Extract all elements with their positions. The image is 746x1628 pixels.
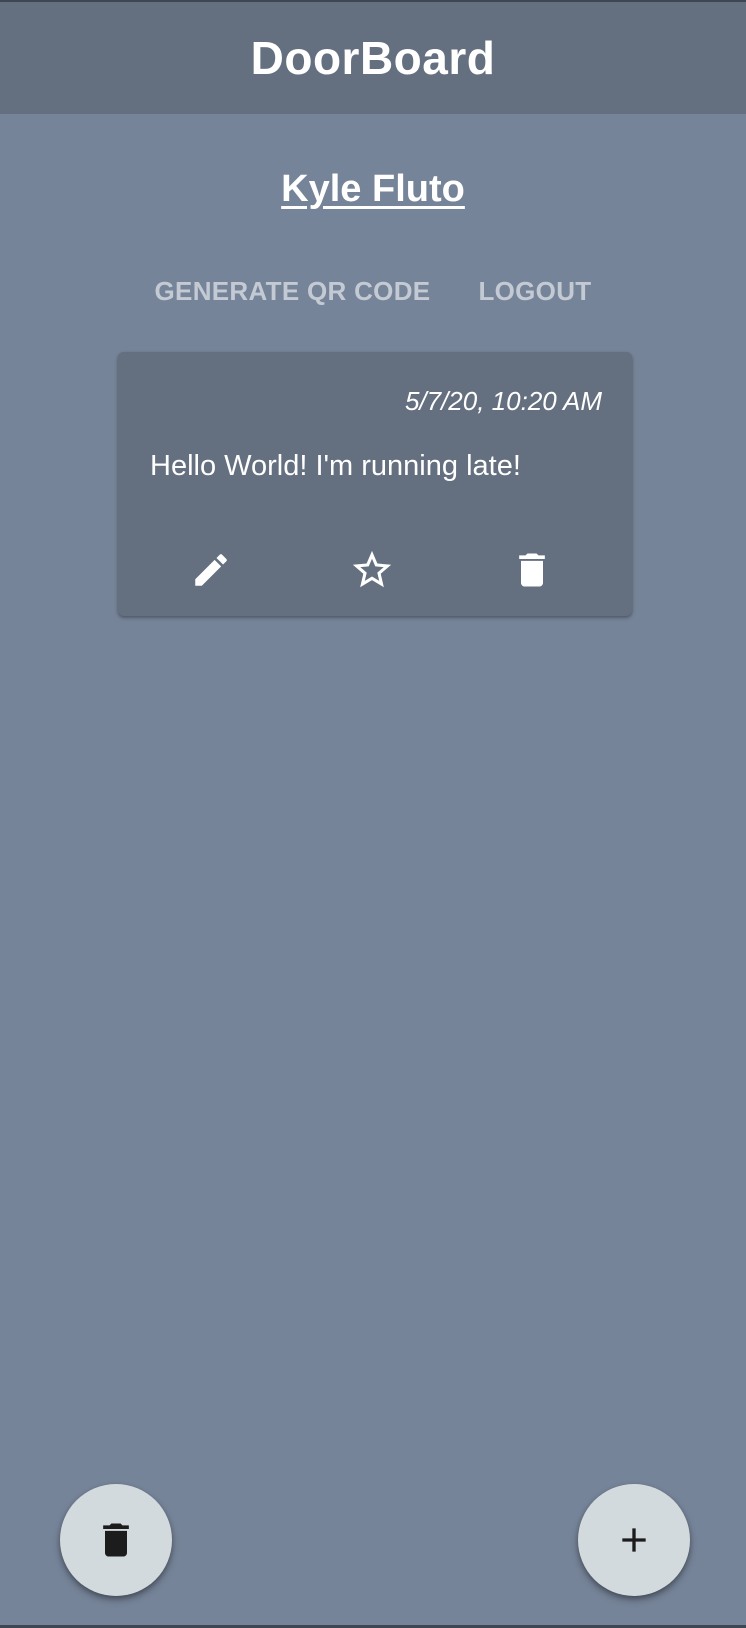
trash-icon — [103, 1523, 129, 1557]
delete-note-button[interactable] — [504, 542, 560, 598]
generate-qr-code-button[interactable]: GENERATE QR CODE — [139, 276, 447, 307]
logout-button[interactable]: LOGOUT — [462, 276, 607, 307]
account-actions: GENERATE QR CODE LOGOUT — [0, 276, 746, 307]
app-title: DoorBoard — [250, 32, 496, 84]
app-bar: DoorBoard — [0, 2, 746, 114]
star-outline-icon — [352, 550, 392, 588]
pencil-icon — [195, 554, 227, 586]
edit-note-button[interactable] — [183, 542, 239, 598]
favorite-note-button[interactable] — [344, 542, 400, 598]
delete-all-fab[interactable] — [60, 1484, 172, 1596]
note-message: Hello World! I'm running late! — [150, 450, 521, 482]
note-card: 5/7/20, 10:20 AM Hello World! I'm runnin… — [118, 352, 632, 616]
note-timestamp: 5/7/20, 10:20 AM — [404, 386, 602, 416]
trash-icon — [519, 553, 545, 587]
add-note-fab[interactable] — [578, 1484, 690, 1596]
user-name-link[interactable]: Kyle Fluto — [0, 168, 746, 211]
plus-icon — [622, 1528, 646, 1552]
note-actions — [118, 542, 632, 598]
